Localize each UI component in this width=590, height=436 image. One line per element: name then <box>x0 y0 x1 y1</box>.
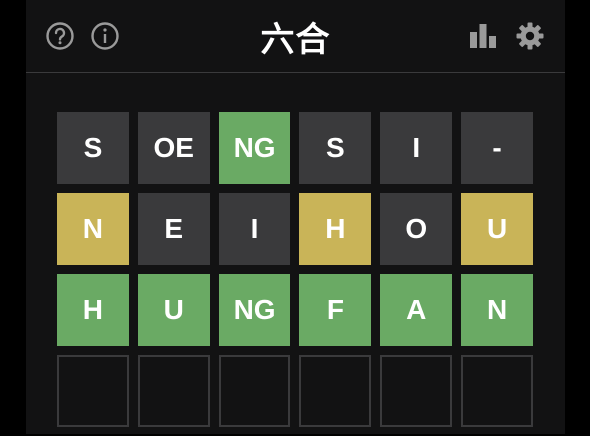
tile-present: N <box>57 193 129 265</box>
stats-button[interactable] <box>468 21 498 51</box>
settings-button[interactable] <box>515 21 545 51</box>
board-row: NEIHOU <box>57 193 533 265</box>
tile-empty <box>218 355 291 427</box>
tile-absent: OE <box>137 112 210 184</box>
tile-empty <box>380 355 453 427</box>
tile-correct: NG <box>218 112 291 184</box>
tile-absent: S <box>57 112 129 184</box>
board-row: H U NG F A N <box>57 274 533 346</box>
game-board: S OE NG S I - N E I H O U H U NG F A N <box>57 112 533 436</box>
stats-icon <box>470 24 496 48</box>
tile-correct: A <box>380 274 453 346</box>
tile-absent: S <box>299 112 372 184</box>
tile-correct: NG <box>218 274 291 346</box>
tile-correct: F <box>299 274 372 346</box>
game-app: 六合 S OE NG S I - N E I H O U H U NG F A N <box>26 0 565 434</box>
settings-icon <box>516 22 544 50</box>
tile-empty <box>57 355 129 427</box>
header: 六合 <box>26 0 565 73</box>
tile-absent: - <box>461 112 533 184</box>
board-row: S OE NG S I - <box>57 112 533 184</box>
tile-absent: E <box>137 193 210 265</box>
board-row <box>57 355 533 427</box>
tile-empty <box>299 355 372 427</box>
tile-empty <box>137 355 210 427</box>
tile-absent: I <box>380 112 453 184</box>
tile-correct: N <box>461 274 533 346</box>
tile-correct: U <box>137 274 210 346</box>
tile-present: U <box>461 193 533 265</box>
tile-empty <box>461 355 533 427</box>
tile-absent: O <box>380 193 453 265</box>
tile-present: H <box>299 193 372 265</box>
tile-absent: I <box>218 193 291 265</box>
tile-correct: H <box>57 274 129 346</box>
